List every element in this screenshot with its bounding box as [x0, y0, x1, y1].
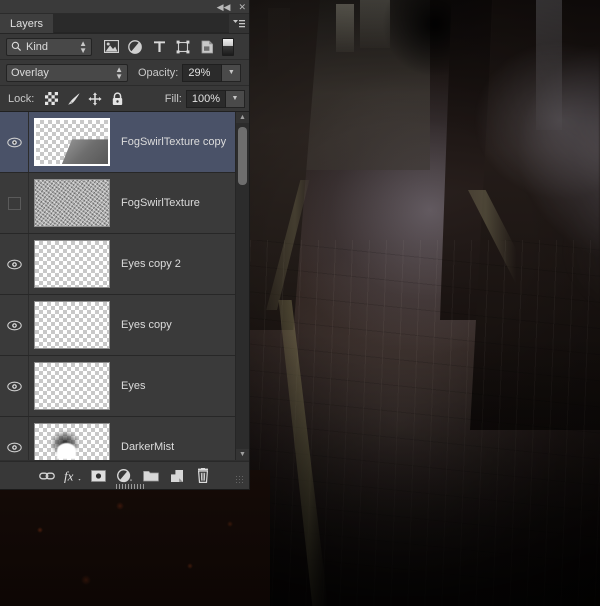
layer-thumbnail-cell[interactable]: [29, 423, 115, 460]
scroll-down-icon[interactable]: ▼: [236, 449, 249, 460]
layer-thumbnail[interactable]: [34, 423, 110, 460]
layer-name-label: Eyes copy 2: [115, 258, 249, 270]
layer-row[interactable]: FogSwirlTexture: [0, 173, 249, 234]
layer-visibility-toggle[interactable]: [0, 356, 29, 416]
thumb-shape: [62, 139, 108, 164]
layer-list[interactable]: FogSwirlTexture copy FogSwirlTexture Eyes …: [0, 112, 249, 460]
lock-transparent-pixels-icon[interactable]: [40, 89, 62, 109]
eye-icon: [7, 137, 22, 148]
layer-name-label: FogSwirlTexture copy: [115, 136, 249, 148]
layer-thumbnail-cell[interactable]: [29, 179, 115, 227]
eye-off-icon: [8, 197, 21, 210]
delete-layer-button[interactable]: [190, 465, 216, 487]
filter-row: Kind ▲▼: [0, 34, 249, 60]
layers-panel: ◀◀ ✕ Layers: [0, 0, 250, 490]
thumb-shape: [35, 180, 109, 226]
screenshot-root: ◀◀ ✕ Layers: [0, 0, 600, 606]
layer-thumbnail-cell[interactable]: [29, 240, 115, 288]
layer-row[interactable]: DarkerMist: [0, 417, 249, 460]
layer-row[interactable]: FogSwirlTexture copy: [0, 112, 249, 173]
leaf-ground-art: [0, 470, 270, 606]
filter-enable-toggle[interactable]: [222, 38, 234, 56]
blend-mode-select[interactable]: Overlay ▲▼: [6, 64, 128, 82]
lock-row: Lock:: [0, 86, 249, 112]
filter-type-icon[interactable]: [147, 36, 171, 58]
scrollbar-track[interactable]: [236, 123, 249, 449]
window-controls: ◀◀ ✕: [217, 0, 246, 14]
eye-icon: [7, 259, 22, 270]
svg-text:fx: fx: [64, 469, 74, 483]
tab-layers-label: Layers: [10, 18, 43, 30]
collapse-icon[interactable]: ◀◀: [217, 3, 231, 12]
layer-name-label: DarkerMist: [115, 441, 249, 453]
layer-list-scrollbar[interactable]: ▲ ▼: [235, 112, 249, 460]
fill-input[interactable]: 100%: [186, 90, 226, 108]
blend-mode-value: Overlay: [11, 67, 115, 79]
layer-thumbnail[interactable]: [34, 118, 110, 166]
close-icon[interactable]: ✕: [238, 3, 246, 12]
filter-kind-label: Kind: [26, 41, 75, 53]
opacity-label: Opacity:: [138, 67, 178, 79]
scrollbar-thumb[interactable]: [238, 127, 247, 185]
fill-group: Fill: 100% ▼: [155, 90, 245, 108]
tabstrip-empty-area: [54, 14, 229, 33]
filter-type-icons: [99, 36, 219, 58]
link-layers-button[interactable]: [34, 465, 60, 487]
eye-icon: [7, 381, 22, 392]
filter-kind-select[interactable]: Kind ▲▼: [6, 38, 92, 56]
panel-menu-icon[interactable]: [229, 14, 249, 33]
lock-position-icon[interactable]: [84, 89, 106, 109]
layer-visibility-toggle[interactable]: [0, 295, 29, 355]
fill-label: Fill:: [165, 93, 182, 105]
panel-tabstrip: Layers: [0, 14, 249, 34]
lock-label: Lock:: [8, 93, 34, 105]
blend-mode-row: Overlay ▲▼ Opacity: 29% ▼: [0, 60, 249, 86]
scroll-up-icon[interactable]: ▲: [236, 112, 249, 123]
layer-thumbnail[interactable]: [34, 301, 110, 349]
panel-corner-grip[interactable]: [235, 475, 245, 485]
eye-icon: [7, 442, 22, 453]
layer-name-label: Eyes copy: [115, 319, 249, 331]
layer-thumbnail-cell[interactable]: [29, 118, 115, 166]
new-layer-button[interactable]: [164, 465, 190, 487]
layer-style-fx-button[interactable]: fx: [60, 465, 86, 487]
filter-pixel-icon[interactable]: [99, 36, 123, 58]
chevron-updown-icon[interactable]: ▲▼: [115, 66, 123, 80]
search-icon: [11, 41, 22, 52]
layer-rows-container: FogSwirlTexture copy FogSwirlTexture Eyes …: [0, 112, 249, 460]
fill-dropdown-icon[interactable]: ▼: [226, 90, 245, 108]
layer-thumbnail[interactable]: [34, 362, 110, 410]
eye-icon: [7, 320, 22, 331]
thumb-shape: [57, 443, 76, 459]
tab-layers[interactable]: Layers: [0, 14, 54, 33]
layer-visibility-toggle[interactable]: [0, 112, 29, 172]
filter-shape-icon[interactable]: [171, 36, 195, 58]
layer-thumbnail-cell[interactable]: [29, 301, 115, 349]
layer-row[interactable]: Eyes copy: [0, 295, 249, 356]
layer-row[interactable]: Eyes: [0, 356, 249, 417]
layer-thumbnail[interactable]: [34, 240, 110, 288]
layer-visibility-toggle[interactable]: [0, 234, 29, 294]
add-layer-mask-button[interactable]: [86, 465, 112, 487]
layer-visibility-toggle[interactable]: [0, 417, 29, 460]
panel-resize-grip[interactable]: [116, 484, 146, 489]
filter-smartobject-icon[interactable]: [195, 36, 219, 58]
chevron-updown-icon[interactable]: ▲▼: [79, 40, 87, 54]
layer-visibility-toggle[interactable]: [0, 173, 29, 233]
layers-panel-footer: fx: [0, 461, 249, 489]
lock-image-pixels-icon[interactable]: [62, 89, 84, 109]
lock-all-icon[interactable]: [106, 89, 128, 109]
layer-name-label: Eyes: [115, 380, 249, 392]
layer-thumbnail-cell[interactable]: [29, 362, 115, 410]
layer-thumbnail[interactable]: [34, 179, 110, 227]
layer-name-label: FogSwirlTexture: [115, 197, 249, 209]
layer-row[interactable]: Eyes copy 2: [0, 234, 249, 295]
filter-adjustment-icon[interactable]: [123, 36, 147, 58]
panel-titlebar: ◀◀ ✕: [0, 0, 249, 14]
opacity-input[interactable]: 29%: [182, 64, 222, 82]
opacity-dropdown-icon[interactable]: ▼: [222, 64, 241, 82]
